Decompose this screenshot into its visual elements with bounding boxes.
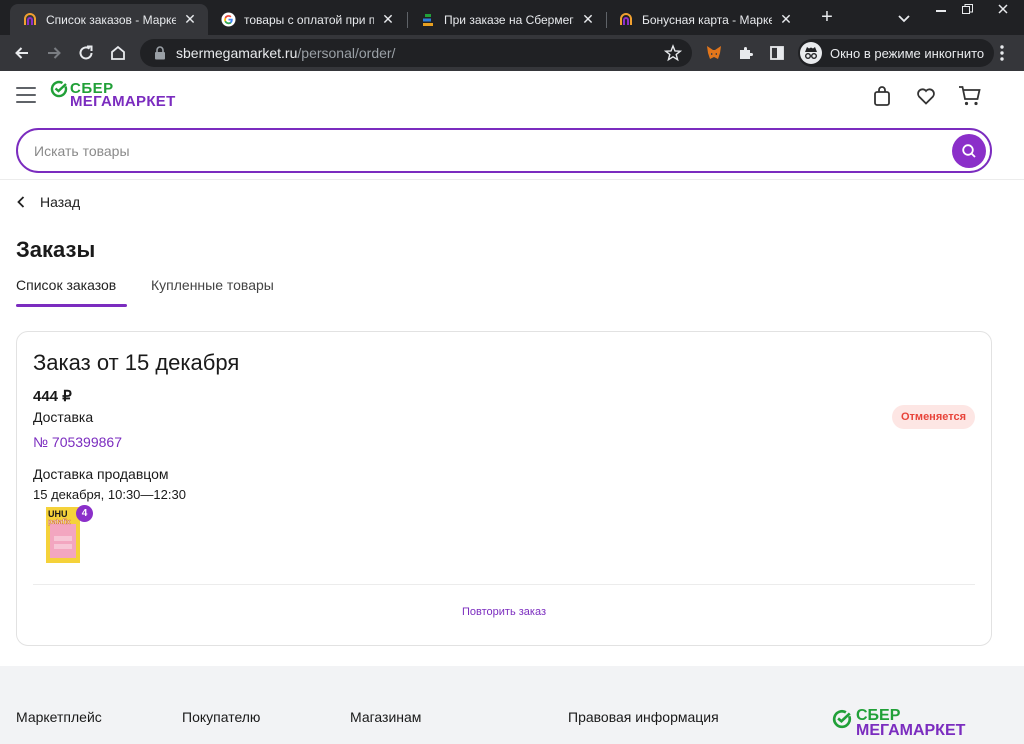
browser-tab-orders[interactable]: Список заказов - Маркетпл ✕ — [10, 4, 208, 35]
footer-link-buyer[interactable]: Покупателю — [182, 709, 260, 725]
order-card[interactable]: Заказ от 15 декабря 444 ₽ Доставка № 705… — [16, 331, 992, 646]
search-button[interactable] — [952, 134, 986, 168]
tab-close-icon[interactable]: ✕ — [380, 11, 396, 28]
order-number-link[interactable]: № 705399867 — [33, 434, 122, 450]
footer-link-marketplace[interactable]: Маркетплейс — [16, 709, 102, 725]
address-bar[interactable]: sbermegamarket.ru/personal/order/ — [140, 39, 692, 67]
browser-menu-icon[interactable] — [989, 40, 1015, 66]
order-title: Заказ от 15 декабря — [33, 350, 240, 375]
incognito-label: Окно в режиме инкогнито — [830, 45, 985, 61]
item-quantity-badge: 4 — [76, 505, 93, 522]
bookmark-star-icon[interactable] — [663, 44, 683, 62]
page-title: Заказы — [16, 237, 96, 262]
logo-text-megamarket: МЕГАМАРКЕТ — [70, 93, 176, 110]
minimize-icon[interactable] — [928, 0, 954, 18]
search-bar — [16, 128, 992, 173]
close-window-icon[interactable] — [986, 0, 1020, 18]
home-icon[interactable] — [105, 40, 131, 66]
back-link-label: Назад — [40, 194, 81, 210]
back-arrow-icon[interactable] — [9, 40, 35, 66]
browser-toolbar: sbermegamarket.ru/personal/order/ Окно в… — [0, 35, 1024, 71]
tab-close-icon[interactable]: ✕ — [580, 11, 596, 28]
tab-title: При заказе на Сбермегама — [444, 12, 574, 27]
site-header: СБЕР МЕГАМАРКЕТ — [0, 71, 1024, 121]
product-name-text: patafix — [48, 519, 71, 526]
sber-logo-icon — [832, 709, 852, 729]
browser-tabstrip: Список заказов - Маркетпл ✕ товары с опл… — [0, 0, 1024, 35]
card-divider — [33, 584, 975, 585]
tab-search-chevron-icon[interactable] — [894, 8, 914, 28]
cart-icon[interactable] — [957, 83, 983, 109]
url-text: sbermegamarket.ru/personal/order/ — [176, 45, 395, 61]
shopping-bag-icon[interactable] — [869, 83, 895, 109]
active-tab-indicator — [16, 304, 127, 307]
reload-icon[interactable] — [73, 40, 99, 66]
incognito-indicator[interactable]: Окно в режиме инкогнито — [798, 39, 995, 67]
sber-logo-icon — [50, 80, 68, 98]
url-domain: sbermegamarket.ru — [176, 45, 298, 61]
favorites-heart-icon[interactable] — [913, 83, 939, 109]
site-logo[interactable]: СБЕР МЕГАМАРКЕТ — [50, 80, 180, 110]
order-delivery-type: Доставка — [33, 409, 94, 425]
metamask-fox-icon[interactable] — [701, 40, 727, 66]
status-badge: Отменяется — [891, 405, 975, 429]
bars-favicon-icon — [420, 12, 436, 28]
lock-icon[interactable] — [152, 45, 168, 61]
tab-close-icon[interactable]: ✕ — [182, 11, 198, 28]
hamburger-menu-icon[interactable] — [16, 87, 36, 103]
browser-tab-bonus[interactable]: Бонусная карта - Маркетпл ✕ — [606, 4, 804, 35]
tab-order-list[interactable]: Список заказов — [16, 277, 116, 293]
delivery-window: 15 декабря, 10:30—12:30 — [33, 487, 186, 502]
new-tab-icon[interactable]: + — [816, 6, 838, 28]
order-price: 444 ₽ — [33, 388, 72, 405]
tab-title: Список заказов - Маркетпл — [46, 12, 176, 27]
search-input[interactable] — [34, 140, 914, 162]
extensions-puzzle-icon[interactable] — [733, 40, 759, 66]
tab-purchased-items[interactable]: Купленные товары — [151, 277, 274, 293]
site-footer: Маркетплейс Покупателю Магазинам Правова… — [0, 666, 1024, 744]
tab-title: Бонусная карта - Маркетпл — [642, 12, 772, 27]
sbermegamarket-favicon-icon — [22, 12, 38, 28]
footer-link-legal[interactable]: Правовая информация — [568, 709, 719, 725]
url-path: /personal/order/ — [297, 45, 396, 61]
google-favicon-icon — [220, 12, 236, 28]
page-content: СБЕР МЕГАМАРКЕТ Назад Заказы Список зака… — [0, 71, 1024, 744]
restore-icon[interactable] — [954, 0, 980, 18]
chevron-left-icon — [17, 196, 25, 208]
browser-tab-article[interactable]: При заказе на Сбермегама ✕ — [408, 4, 606, 35]
sbermegamarket-favicon-icon — [618, 12, 634, 28]
incognito-avatar-icon — [800, 42, 822, 64]
browser-tab-google[interactable]: товары с оплатой при пол ✕ — [208, 4, 406, 35]
forward-arrow-icon[interactable] — [41, 40, 67, 66]
repeat-order-button[interactable]: Повторить заказ — [17, 606, 991, 618]
back-link[interactable]: Назад — [16, 192, 80, 212]
footer-logo-text-megamarket: МЕГАМАРКЕТ — [856, 722, 966, 739]
footer-logo[interactable]: СБЕР МЕГАМАРКЕТ — [832, 706, 992, 740]
header-divider — [0, 179, 1024, 180]
search-icon — [962, 144, 976, 158]
delivery-by-seller: Доставка продавцом — [33, 466, 169, 482]
product-brand-text: UHU — [48, 509, 68, 519]
tab-title: товары с оплатой при пол — [244, 12, 374, 27]
tab-close-icon[interactable]: ✕ — [778, 11, 794, 28]
side-panel-icon[interactable] — [764, 40, 790, 66]
footer-link-shops[interactable]: Магазинам — [350, 709, 421, 725]
